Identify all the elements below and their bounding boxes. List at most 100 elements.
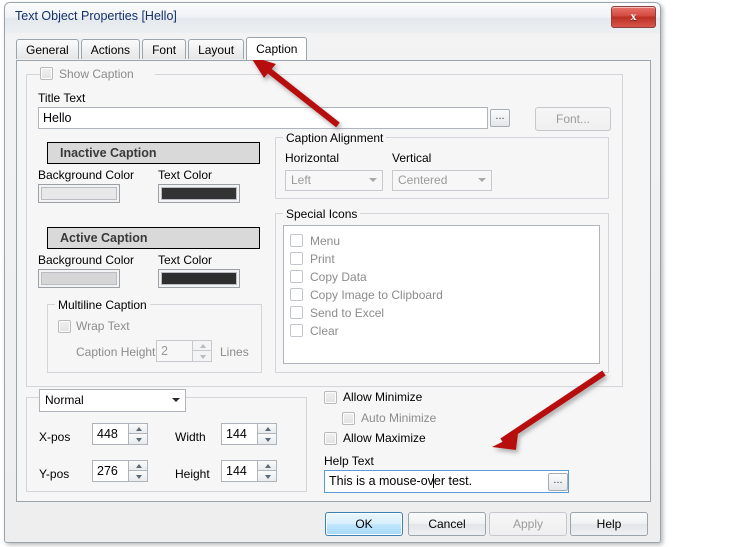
caption-height-decrement-icon[interactable] (192, 351, 212, 362)
height-stepper[interactable]: 144 (221, 460, 277, 482)
auto-minimize-checkbox[interactable] (342, 412, 355, 425)
print-label: Print (310, 252, 335, 266)
ypos-label: Y-pos (39, 467, 70, 481)
caption-tab-page: Show Caption Title Text Hello ... Font..… (16, 60, 651, 502)
caption-alignment-legend: Caption Alignment (283, 131, 387, 145)
send-to-excel-label: Send to Excel (310, 306, 385, 320)
horizontal-alignment-select[interactable]: Left (285, 170, 383, 191)
auto-minimize-label: Auto Minimize (361, 411, 437, 425)
width-value[interactable]: 144 (221, 423, 257, 445)
cancel-button[interactable]: Cancel (408, 512, 486, 536)
special-icons-list: Menu Print Copy Data Copy Image to Clipb… (283, 225, 600, 364)
title-text-input[interactable]: Hello (38, 107, 488, 129)
active-text-color-swatch[interactable] (158, 269, 240, 288)
special-icon-item-menu[interactable]: Menu (290, 232, 599, 250)
chevron-down-icon (369, 178, 377, 182)
help-button[interactable]: Help (570, 512, 648, 536)
caption-height-increment-icon[interactable] (192, 340, 212, 351)
help-text-field[interactable]: This is a mouse-over test. (324, 470, 569, 493)
close-icon[interactable]: x (611, 6, 656, 28)
object-mode-select[interactable]: Normal (39, 389, 186, 412)
caption-height-stepper[interactable]: 2 (156, 340, 212, 362)
horizontal-alignment-value: Left (291, 173, 312, 187)
special-icon-item-print[interactable]: Print (290, 250, 599, 268)
tab-caption[interactable]: Caption (246, 37, 308, 60)
menu-label: Menu (310, 234, 341, 248)
ypos-increment-icon[interactable] (128, 460, 148, 471)
copy-image-checkbox[interactable] (290, 288, 303, 301)
ypos-spin-buttons[interactable] (128, 460, 148, 482)
width-stepper[interactable]: 144 (221, 423, 277, 445)
active-background-color-label: Background Color (38, 253, 135, 267)
width-increment-icon[interactable] (257, 423, 277, 434)
inactive-caption-preview: Inactive Caption (47, 142, 260, 164)
special-icon-item-copy-image[interactable]: Copy Image to Clipboard (290, 286, 599, 304)
allow-maximize-checkbox[interactable] (324, 432, 337, 445)
height-spin-buttons[interactable] (257, 460, 277, 482)
special-icon-item-send-to-excel[interactable]: Send to Excel (290, 304, 599, 322)
clear-label: Clear (310, 324, 339, 338)
active-caption-preview: Active Caption (47, 227, 260, 249)
active-background-color-swatch[interactable] (38, 269, 120, 288)
vertical-label: Vertical (392, 151, 432, 165)
title-text-label: Title Text (38, 91, 86, 105)
multiline-caption-group: Multiline Caption (47, 298, 262, 373)
caption-height-value[interactable]: 2 (156, 340, 192, 362)
chevron-down-icon (478, 178, 486, 182)
properties-dialog-window: Text Object Properties [Hello] x General… (4, 2, 661, 543)
send-to-excel-checkbox[interactable] (290, 306, 303, 319)
help-text-label: Help Text (324, 454, 374, 468)
tab-font[interactable]: Font (142, 39, 187, 59)
width-decrement-icon[interactable] (257, 434, 277, 445)
chevron-down-icon (172, 398, 180, 402)
active-text-color-label: Text Color (158, 253, 213, 267)
xpos-increment-icon[interactable] (128, 423, 148, 434)
special-icon-item-copy-data[interactable]: Copy Data (290, 268, 599, 286)
tab-strip: General Actions Font Layout Caption (16, 37, 309, 61)
help-text-browse-button[interactable]: ... (548, 473, 568, 491)
title-bar[interactable]: Text Object Properties [Hello] x (5, 3, 660, 33)
xpos-stepper[interactable]: 448 (92, 423, 148, 445)
xpos-spin-buttons[interactable] (128, 423, 148, 445)
menu-checkbox[interactable] (290, 234, 303, 247)
ypos-decrement-icon[interactable] (128, 471, 148, 482)
ypos-value[interactable]: 276 (92, 460, 128, 482)
ok-button[interactable]: OK (325, 512, 403, 536)
inactive-background-color-swatch[interactable] (38, 184, 120, 203)
text-caret (433, 474, 434, 488)
show-caption-checkbox[interactable] (40, 67, 53, 80)
wrap-text-checkbox[interactable] (58, 320, 71, 333)
xpos-label: X-pos (39, 430, 71, 444)
allow-minimize-label: Allow Minimize (343, 390, 423, 404)
caption-height-label: Caption Height (76, 345, 156, 359)
xpos-value[interactable]: 448 (92, 423, 128, 445)
height-value[interactable]: 144 (221, 460, 257, 482)
copy-data-label: Copy Data (310, 270, 367, 284)
title-text-browse-button[interactable]: ... (490, 109, 510, 127)
vertical-alignment-select[interactable]: Centered (392, 170, 492, 191)
inactive-text-color-swatch[interactable] (158, 184, 240, 203)
inactive-text-color-chip (161, 187, 237, 200)
xpos-decrement-icon[interactable] (128, 434, 148, 445)
ypos-stepper[interactable]: 276 (92, 460, 148, 482)
font-button[interactable]: Font... (535, 107, 611, 131)
object-mode-value: Normal (45, 393, 84, 407)
show-caption-label: Show Caption (59, 67, 134, 81)
wrap-text-label: Wrap Text (76, 319, 130, 333)
width-spin-buttons[interactable] (257, 423, 277, 445)
tab-general[interactable]: General (16, 39, 79, 59)
allow-minimize-checkbox[interactable] (324, 391, 337, 404)
tab-layout[interactable]: Layout (188, 39, 245, 59)
height-increment-icon[interactable] (257, 460, 277, 471)
multiline-caption-legend: Multiline Caption (55, 298, 150, 312)
special-icon-item-clear[interactable]: Clear (290, 322, 599, 340)
tab-actions[interactable]: Actions (80, 39, 141, 59)
apply-button[interactable]: Apply (489, 512, 567, 536)
copy-data-checkbox[interactable] (290, 270, 303, 283)
height-decrement-icon[interactable] (257, 471, 277, 482)
caption-height-spin-buttons[interactable] (192, 340, 212, 362)
print-checkbox[interactable] (290, 252, 303, 265)
copy-image-label: Copy Image to Clipboard (310, 288, 443, 302)
clear-checkbox[interactable] (290, 324, 303, 337)
inactive-background-color-chip (41, 187, 117, 200)
